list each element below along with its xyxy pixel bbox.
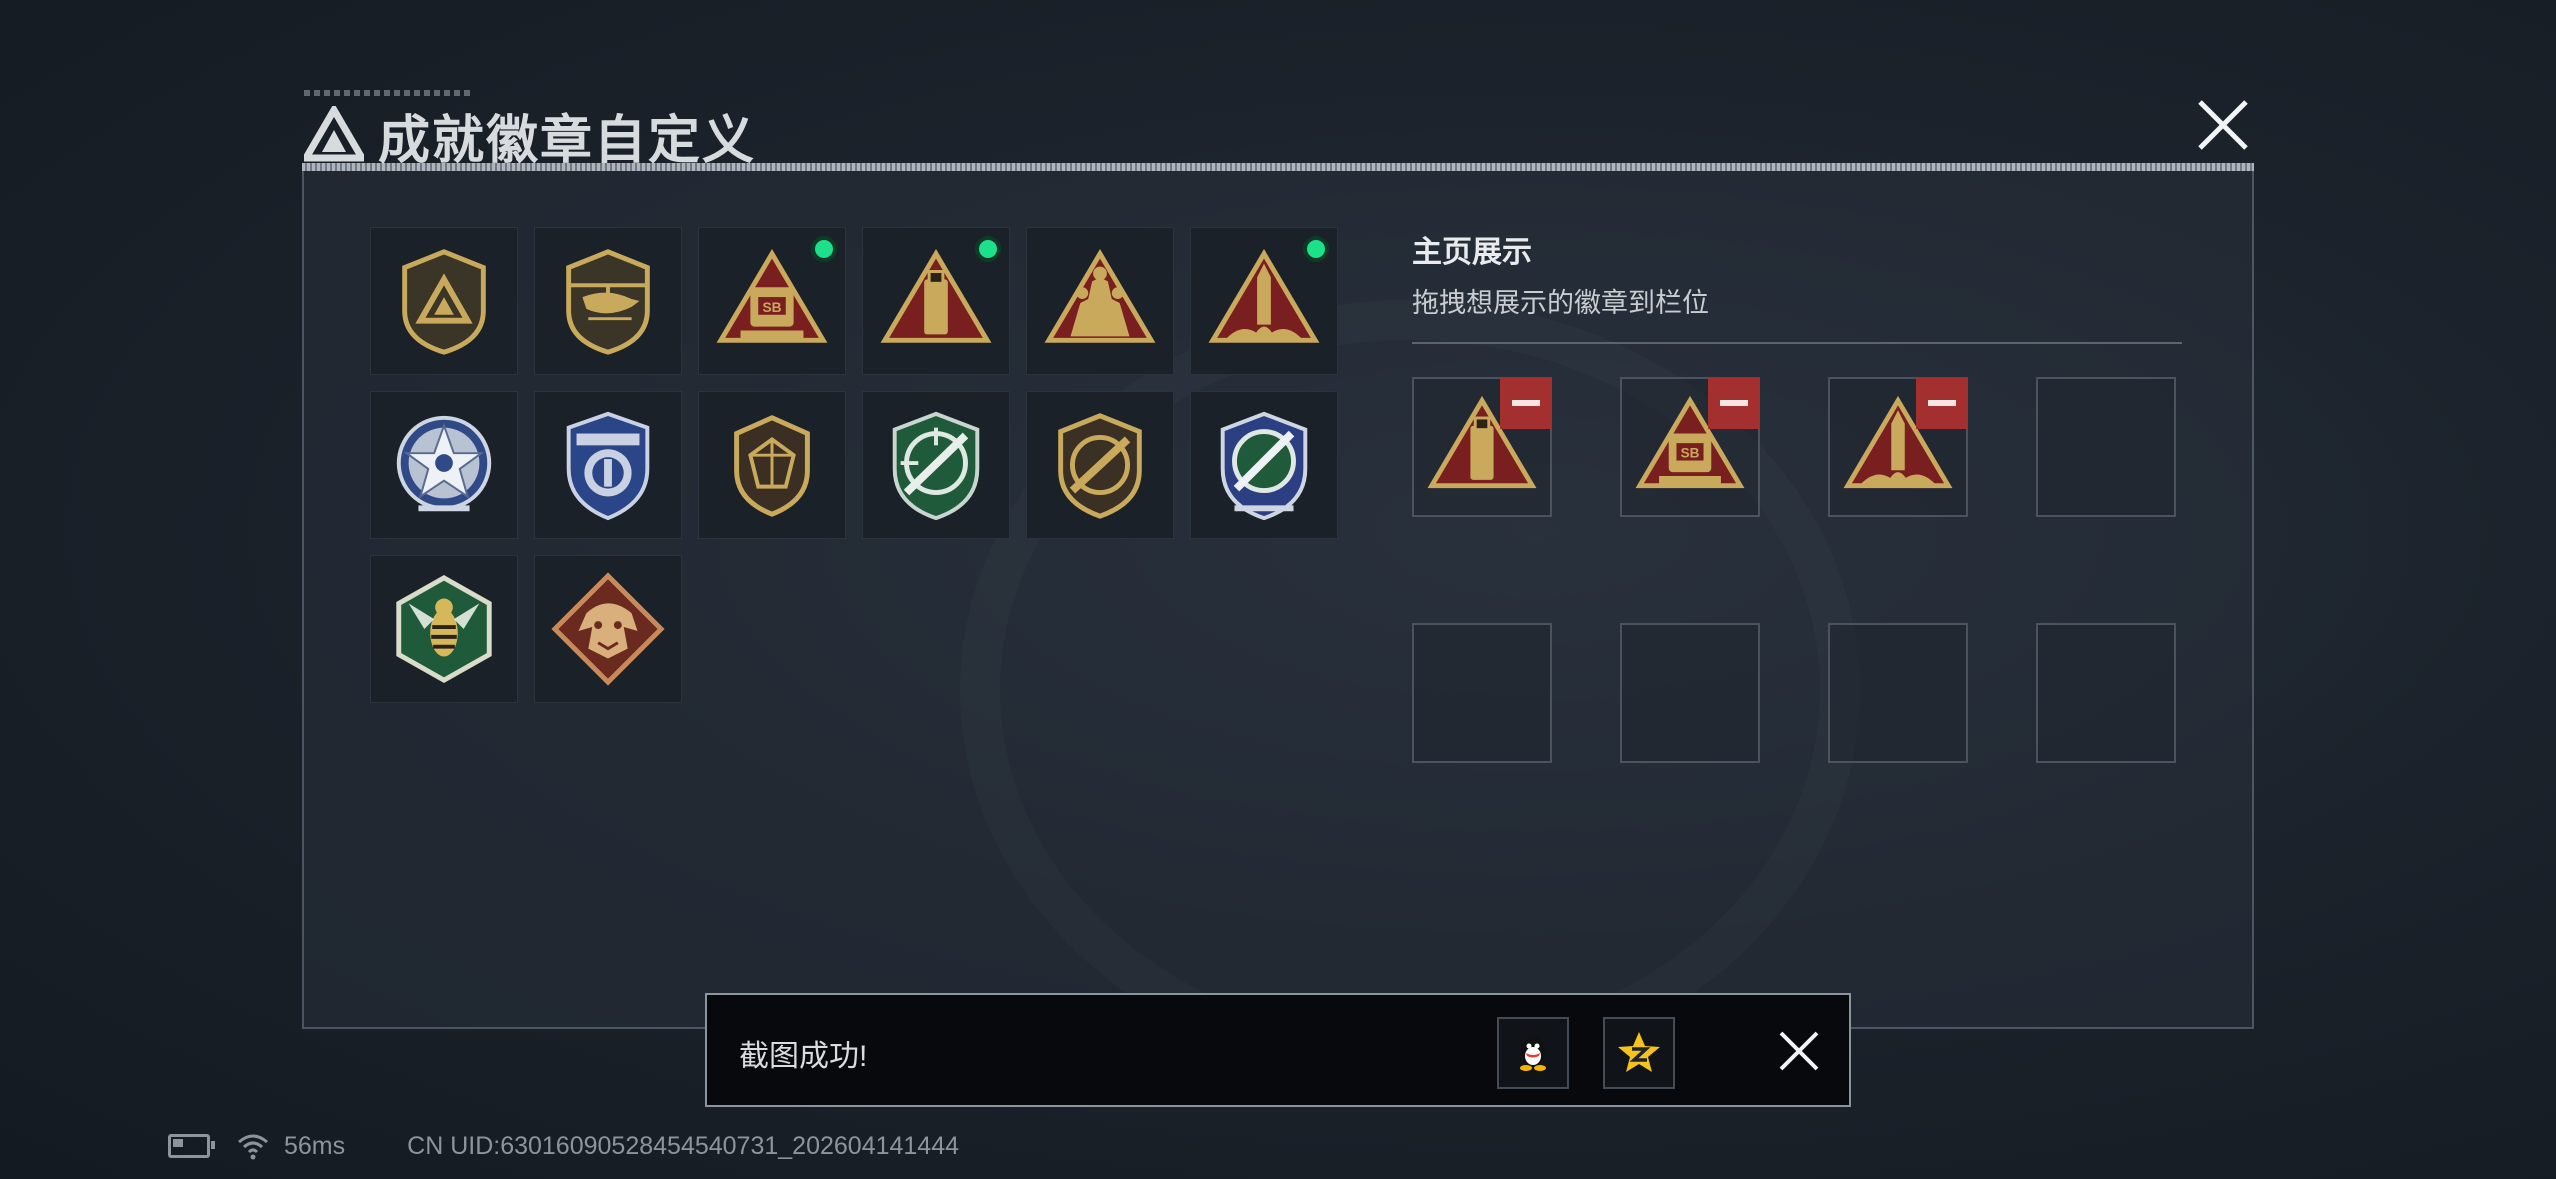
showcase-subtitle: 拖拽想展示的徽章到栏位 <box>1412 288 1709 318</box>
share-qq-button[interactable] <box>1497 1017 1569 1089</box>
blue-rifle-shield-badge-icon <box>1220 411 1308 521</box>
helicopter-badge-icon <box>566 249 650 355</box>
badge-panel: SB 主页展示 拖拽想展示的徽章到栏位 SB <box>302 171 2254 1029</box>
toast-message: 截图成功! <box>739 1040 868 1073</box>
badge-cell[interactable] <box>370 555 518 703</box>
badge-cell[interactable] <box>370 391 518 539</box>
showcase-slot-empty[interactable] <box>1828 623 1968 763</box>
badge-cell[interactable]: SB <box>698 227 846 375</box>
badge-cell[interactable] <box>1190 227 1338 375</box>
police-shield-badge-icon <box>566 411 650 521</box>
usb-triangle-badge-icon <box>880 248 992 343</box>
badge-cell[interactable] <box>862 391 1010 539</box>
close-icon[interactable] <box>2190 92 2256 158</box>
title-bar: 成就徽章自定义 <box>300 90 2255 170</box>
game-logo-icon <box>304 106 364 162</box>
showcase-title: 主页展示 <box>1412 236 1532 269</box>
badge-cell[interactable] <box>534 555 682 703</box>
showcase-slot-empty[interactable] <box>2036 623 2176 763</box>
badge-cell[interactable] <box>862 227 1010 375</box>
badge-cell[interactable] <box>1190 391 1338 539</box>
title-decoration <box>304 90 474 96</box>
qzone-icon <box>1618 1032 1660 1072</box>
new-indicator-dot <box>811 236 837 262</box>
showcase-slot-filled[interactable] <box>1412 377 1552 517</box>
screenshot-toast: 截图成功! <box>705 993 1851 1107</box>
green-rifle-shield-badge-icon <box>892 411 980 521</box>
remove-badge-button[interactable] <box>1500 377 1552 429</box>
soldiers-triangle-badge-icon <box>1044 248 1156 343</box>
minus-icon <box>1720 400 1748 406</box>
page-title: 成就徽章自定义 <box>378 112 757 170</box>
badge-cell[interactable] <box>1026 227 1174 375</box>
badge-cell[interactable] <box>534 391 682 539</box>
minus-icon <box>1512 400 1540 406</box>
svg-text:SB: SB <box>1681 446 1700 461</box>
svg-text:SB: SB <box>762 300 781 315</box>
wasp-hexagon-badge-icon <box>396 575 492 683</box>
new-indicator-dot <box>1303 236 1329 262</box>
badge-cell[interactable] <box>698 391 846 539</box>
wifi-icon <box>238 1134 268 1160</box>
sb-truck-triangle-badge-icon: SB <box>716 248 828 343</box>
remove-badge-button[interactable] <box>1916 377 1968 429</box>
rifle-shield-badge-icon <box>1058 413 1142 519</box>
missile-triangle-badge-icon <box>1208 248 1320 343</box>
ping-text: 56ms <box>284 1131 346 1160</box>
battery-icon <box>168 1134 215 1158</box>
badge-cell[interactable] <box>1026 391 1174 539</box>
dragon-diamond-badge-icon <box>551 572 665 686</box>
triangle-shield-badge-icon <box>402 249 486 355</box>
qq-icon <box>1520 1036 1546 1071</box>
title-divider <box>302 163 2254 171</box>
status-bar: 56ms CN UID:6301609052845454073​1_202604… <box>168 1126 959 1166</box>
showcase-slot-empty[interactable] <box>2036 377 2176 517</box>
share-qzone-button[interactable] <box>1603 1017 1675 1089</box>
gem-shield-badge-icon <box>734 415 810 517</box>
new-indicator-dot <box>975 236 1001 262</box>
minus-icon <box>1928 400 1956 406</box>
star-wreath-badge-icon <box>396 415 492 512</box>
remove-badge-button[interactable] <box>1708 377 1760 429</box>
badge-cell[interactable] <box>370 227 518 375</box>
showcase-slot-filled[interactable] <box>1828 377 1968 517</box>
showcase-slot-empty[interactable] <box>1620 623 1760 763</box>
badge-cell[interactable] <box>534 227 682 375</box>
showcase-slot-filled[interactable]: SB <box>1620 377 1760 517</box>
toast-close-icon[interactable] <box>1769 1021 1829 1081</box>
showcase-slot-empty[interactable] <box>1412 623 1552 763</box>
showcase-divider <box>1412 342 2182 344</box>
showcase-section: 主页展示 拖拽想展示的徽章到栏位 <box>1412 227 2182 344</box>
uid-text: CN UID:6301609052845454073​1_20260414144… <box>407 1131 960 1160</box>
